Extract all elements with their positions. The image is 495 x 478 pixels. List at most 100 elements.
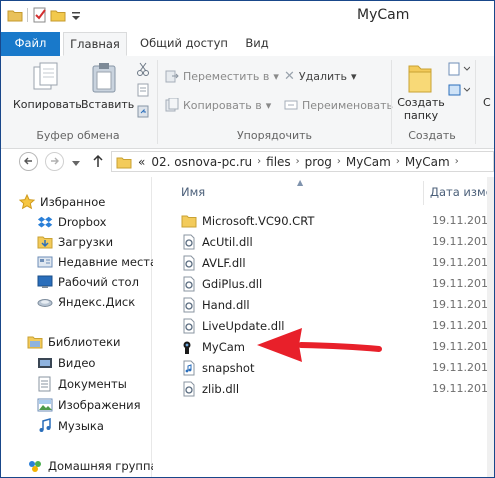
delete-button[interactable]: ✕ Удалить ▾ [284,69,357,84]
cut-icon[interactable] [136,62,150,79]
nav-homegroup-label: Домашняя группа [48,459,158,473]
clipboard-group-label: Буфер обмена [36,129,120,142]
breadcrumb-item[interactable]: MyCam [346,155,391,169]
nav-item-documents[interactable]: Документы [37,374,127,394]
paste-button[interactable]: Вставить [81,60,135,122]
paste-label: Вставить [81,98,135,111]
vertical-scrollbar[interactable] [487,177,494,477]
file-row[interactable]: zlib.dll 19.11.2013 13 [181,378,494,399]
breadcrumb-chevron-icon[interactable]: › [296,156,300,167]
yandex-disk-icon [37,294,53,310]
nav-item-downloads[interactable]: Загрузки [37,232,113,252]
nav-item-recent-places[interactable]: Недавние места [37,252,157,272]
breadcrumb-item[interactable]: MyCam [405,155,450,169]
dll-icon [181,276,197,292]
file-date: 19.11.2013 13 [432,256,495,269]
tab-home[interactable]: Главная [63,32,127,56]
file-row[interactable]: Hand.dll 19.11.2013 13 [181,294,494,315]
back-button[interactable] [19,152,38,171]
column-divider[interactable] [423,181,424,205]
desktop-icon [37,274,53,290]
nav-item-pictures[interactable]: Изображения [37,395,141,415]
nav-item-label: Изображения [58,398,141,412]
up-arrow-icon[interactable] [92,154,104,171]
wav-icon [181,360,197,376]
breadcrumb-chevron-icon[interactable]: › [337,156,341,167]
music-library-icon [37,418,53,434]
documents-library-icon [37,376,53,392]
new-folder-label-line1: Создать [397,96,445,109]
dll-icon [181,234,197,250]
file-row[interactable]: GdiPlus.dll 19.11.2013 13 [181,273,494,294]
recent-locations-icon[interactable] [72,157,80,170]
exe-icon [181,339,197,355]
forward-button[interactable] [45,152,64,171]
breadcrumb-item[interactable]: 02. osnova-pc.ru [151,155,252,169]
ribbon-panel: Копировать Вставить Буфер обмена Перемес… [1,56,494,149]
ribbon-tabs: Файл Главная Общий доступ Вид [1,32,494,57]
chevron-down-icon: ▾ [351,70,357,83]
quick-access-toolbar [7,7,84,23]
file-name: snapshot [202,360,255,375]
file-row[interactable]: AVLF.dll 19.11.2013 13 [181,252,494,273]
file-name: Microsoft.VC90.CRT [202,213,315,228]
nav-item-videos[interactable]: Видео [37,353,95,373]
column-header-name[interactable]: Имя [181,185,205,199]
navigation-bar: « 02. osnova-pc.ru › files › prog › MyCa… [1,149,494,175]
file-row[interactable]: LiveUpdate.dll 19.11.2013 13 [181,315,494,336]
nav-item-desktop[interactable]: Рабочий стол [37,272,139,292]
nav-item-music[interactable]: Музыка [37,416,104,436]
paste-shortcut-icon[interactable] [136,104,150,121]
file-date: 19.11.2013 13 [432,319,495,332]
star-icon [18,193,36,210]
copy-button[interactable]: Копировать [13,60,82,122]
nav-item-label: Загрузки [58,235,114,249]
tab-share[interactable]: Общий доступ [137,32,231,56]
tab-file[interactable]: Файл [1,32,60,56]
copy-path-icon[interactable] [136,83,150,100]
nav-item-dropbox[interactable]: Dropbox [37,212,106,232]
nav-item-label: Документы [58,377,127,391]
open-group-partial-label: С [483,96,491,109]
file-date: 19.11.2013 13 [432,298,495,311]
video-library-icon [37,355,53,371]
rename-button[interactable]: Переименовать [284,98,393,112]
copy-icon [33,62,58,90]
new-folder-button[interactable]: Создать папку [395,60,447,124]
easy-access-icon[interactable] [448,83,471,100]
chevron-down-icon: ▾ [265,98,272,112]
address-bar[interactable]: « 02. osnova-pc.ru › files › prog › MyCa… [111,151,494,172]
file-row[interactable]: AcUtil.dll 19.11.2013 13 [181,231,494,252]
file-date: 19.11.2013 13 [432,235,495,248]
breadcrumb-chevron-icon[interactable]: › [396,156,400,167]
file-row[interactable]: MyCam 19.11.2013 13 [181,336,494,357]
qat-dropdown-icon[interactable] [68,7,84,23]
file-row[interactable]: Microsoft.VC90.CRT 19.11.2013 13 [181,210,494,231]
breadcrumb-chevron-icon[interactable]: › [455,156,459,167]
new-item-icon[interactable] [448,62,471,79]
nav-homegroup[interactable]: Домашняя группа [27,456,158,476]
breadcrumb-item[interactable]: files [266,155,291,169]
file-name: zlib.dll [202,381,240,396]
nav-item-label: Dropbox [58,215,107,229]
column-header-date[interactable]: Дата измене [430,185,494,199]
breadcrumb-item[interactable]: prog [305,155,332,169]
nav-item-label: Яндекс.Диск [58,295,136,309]
copy-to-button[interactable]: Копировать в ▾ [165,98,271,112]
properties-icon[interactable] [32,7,48,23]
file-row[interactable]: snapshot 19.11.2013 13 [181,357,494,378]
rename-label: Переименовать [302,98,394,112]
move-to-button[interactable]: Переместить в ▾ [165,69,279,83]
arrow-left-icon [24,157,32,165]
new-folder-small-icon[interactable] [50,7,66,23]
nav-favorites-label: Избранное [40,195,106,209]
nav-libraries[interactable]: Библиотеки [27,332,121,352]
tab-view[interactable]: Вид [237,32,277,56]
nav-item-yandex-disk[interactable]: Яндекс.Диск [37,292,135,312]
nav-favorites[interactable]: Избранное [18,192,106,212]
folder-icon [181,213,197,229]
breadcrumb-overflow[interactable]: « [138,155,145,169]
folder-small-icon[interactable] [7,7,23,23]
breadcrumb-chevron-icon[interactable]: › [257,156,261,167]
dll-icon [181,255,197,271]
